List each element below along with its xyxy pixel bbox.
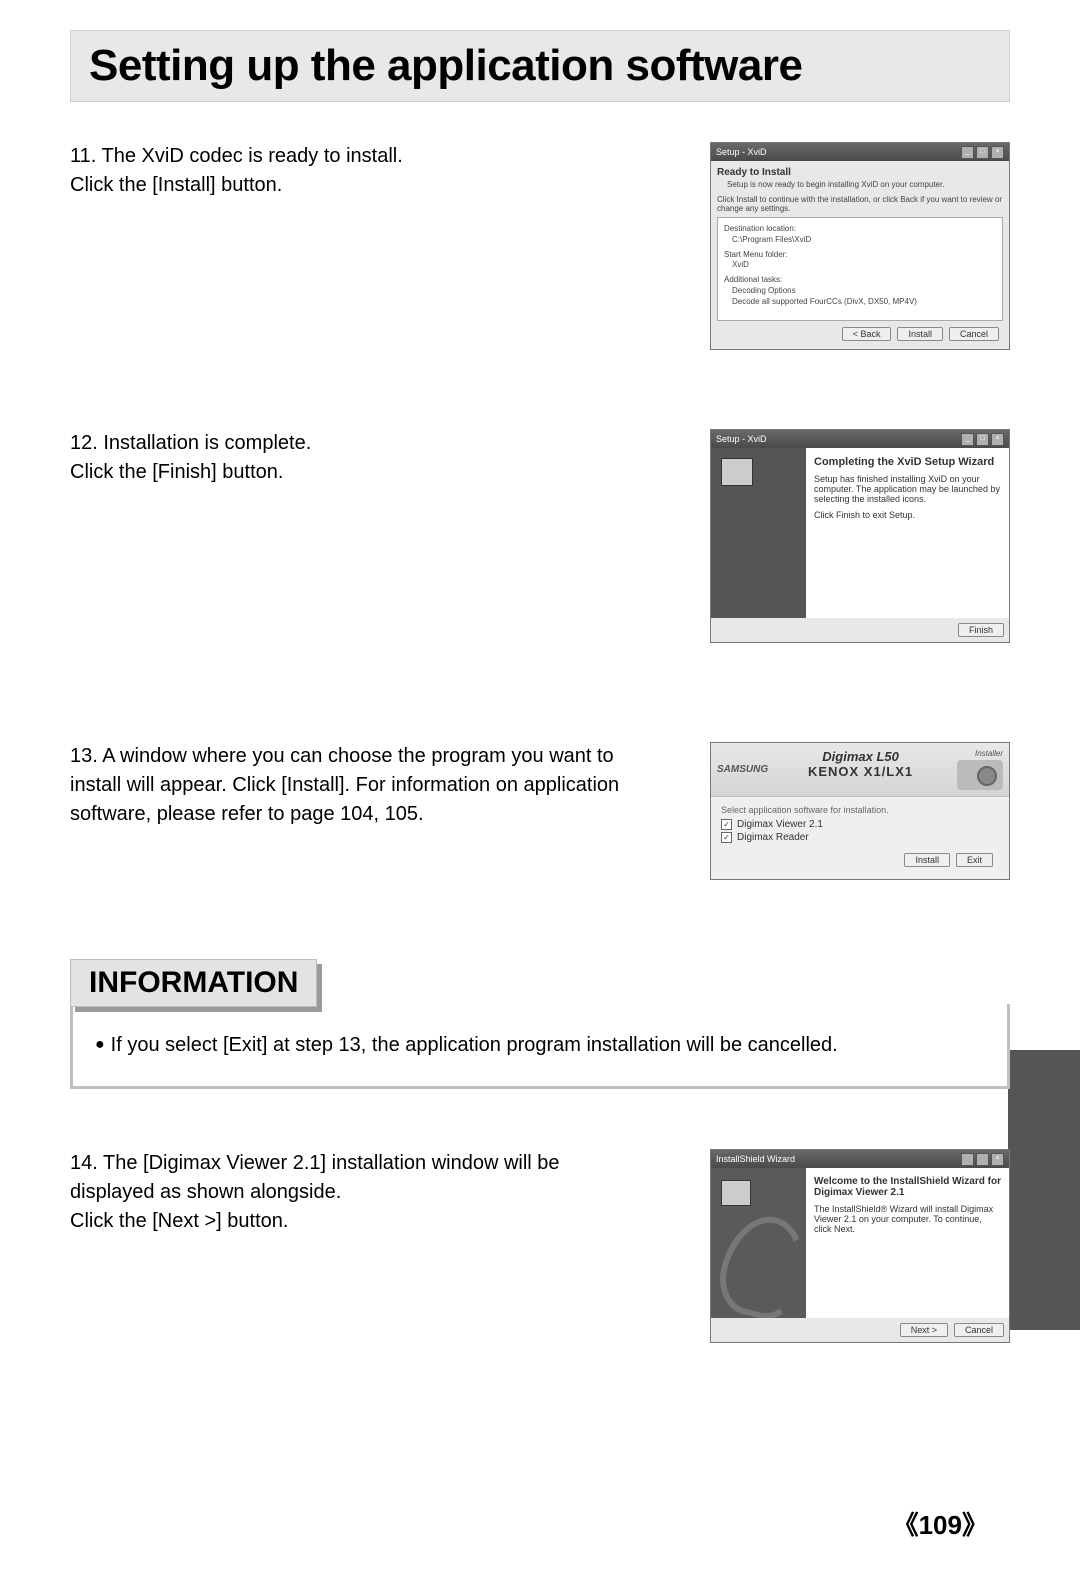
step-14-num: 14. xyxy=(70,1152,98,1174)
installer-tag: Installer xyxy=(975,749,1003,758)
shot11-heading: Ready to Install xyxy=(717,167,1003,178)
product-brand: Digimax L50 KENOX X1/LX1 xyxy=(768,749,953,779)
bullet-icon: ● xyxy=(95,1036,105,1053)
shot13-exit-button[interactable]: Exit xyxy=(956,853,993,867)
samsung-logo: SAMSUNG xyxy=(717,764,768,775)
step-14-body: The [Digimax Viewer 2.1] installation wi… xyxy=(70,1152,560,1232)
page-title-bar: Setting up the application software xyxy=(70,30,1010,102)
shot11-menu-value: XviD xyxy=(732,260,996,271)
page-number-value: 109 xyxy=(919,1510,962,1540)
screenshot-11: Setup - XviD _□× Ready to Install Setup … xyxy=(710,142,1010,350)
shot11-back-button[interactable]: < Back xyxy=(842,327,892,341)
step-11-num: 11. xyxy=(70,145,96,167)
brand-line-1: Digimax L50 xyxy=(768,749,953,764)
shot12-p1: Setup has finished installing XviD on yo… xyxy=(814,474,1001,504)
step-12-text: 12. Installation is complete. Click the … xyxy=(70,429,630,487)
window-controls: _□× xyxy=(961,433,1004,446)
shot11-dest-label: Destination location: xyxy=(724,224,996,235)
step-12-body: Installation is complete. Click the [Fin… xyxy=(70,432,311,483)
box-icon xyxy=(721,1180,751,1206)
shot13-opt1-label: Digimax Viewer 2.1 xyxy=(737,819,823,830)
shot12-p2: Click Finish to exit Setup. xyxy=(814,510,1001,520)
page-number: 《109》 xyxy=(893,1505,988,1542)
shot12-title: Setup - XviD xyxy=(716,434,767,444)
shot13-header: Select application software for installa… xyxy=(721,805,999,815)
screenshot-13: SAMSUNG Digimax L50 KENOX X1/LX1 Install… xyxy=(710,742,1010,880)
shot13-install-button[interactable]: Install xyxy=(904,853,950,867)
information-text: ● If you select [Exit] at step 13, the ap… xyxy=(95,1030,985,1060)
information-heading: INFORMATION xyxy=(70,959,317,1007)
shot14-next-button[interactable]: Next > xyxy=(900,1323,948,1337)
shot13-option-1[interactable]: ✓ Digimax Viewer 2.1 xyxy=(721,819,999,830)
side-tab xyxy=(1008,1050,1080,1330)
shot12-heading: Completing the XviD Setup Wizard xyxy=(814,456,1001,468)
bracket-left-icon: 《 xyxy=(893,1510,919,1540)
screenshot-14: InstallShield Wizard × Welcome to the In… xyxy=(710,1149,1010,1343)
shot14-p: The InstallShield® Wizard will install D… xyxy=(814,1204,1001,1234)
step-14-text: 14. The [Digimax Viewer 2.1] installatio… xyxy=(70,1149,630,1236)
shot11-cancel-button[interactable]: Cancel xyxy=(949,327,999,341)
step-13-text: 13. A window where you can choose the pr… xyxy=(70,742,630,829)
camera-icon xyxy=(957,760,1003,790)
shot12-sidebar-graphic xyxy=(711,448,806,618)
window-controls: _□× xyxy=(961,146,1004,159)
window-controls: × xyxy=(961,1153,1004,1166)
shot11-tasks-value: Decoding Options Decode all supported Fo… xyxy=(732,286,996,308)
swirl-graphic xyxy=(711,1207,806,1318)
information-body: If you select [Exit] at step 13, the app… xyxy=(111,1034,838,1056)
shot12-finish-button[interactable]: Finish xyxy=(958,623,1004,637)
checkbox-icon[interactable]: ✓ xyxy=(721,832,732,843)
step-13-body: A window where you can choose the progra… xyxy=(70,745,619,825)
shot11-dest-value: C:\Program Files\XviD xyxy=(732,235,996,246)
screenshot-12: Setup - XviD _□× Completing the XviD Set… xyxy=(710,429,1010,643)
shot11-install-button[interactable]: Install xyxy=(897,327,943,341)
shot11-menu-label: Start Menu folder: xyxy=(724,250,996,261)
step-13-num: 13. xyxy=(70,745,98,767)
shot11-title: Setup - XviD xyxy=(716,147,767,157)
brand-line-2: KENOX X1/LX1 xyxy=(768,764,953,779)
disk-icon xyxy=(721,458,753,486)
shot13-option-2[interactable]: ✓ Digimax Reader xyxy=(721,832,999,843)
shot14-cancel-button[interactable]: Cancel xyxy=(954,1323,1004,1337)
shot13-opt2-label: Digimax Reader xyxy=(737,832,809,843)
shot14-title: InstallShield Wizard xyxy=(716,1154,795,1164)
page-title: Setting up the application software xyxy=(89,41,991,91)
step-12-num: 12. xyxy=(70,432,98,454)
shot14-sidebar-graphic xyxy=(711,1168,806,1318)
shot11-subheading: Setup is now ready to begin installing X… xyxy=(727,180,1003,189)
step-11-text: 11. The XviD codec is ready to install. … xyxy=(70,142,630,200)
bracket-right-icon: 》 xyxy=(962,1510,988,1540)
step-11-body: The XviD codec is ready to install. Clic… xyxy=(70,145,403,196)
shot11-instruction: Click Install to continue with the insta… xyxy=(717,195,1003,213)
shot11-tasks-label: Additional tasks: xyxy=(724,275,996,286)
information-section: INFORMATION ● If you select [Exit] at ste… xyxy=(70,959,1010,1089)
checkbox-icon[interactable]: ✓ xyxy=(721,819,732,830)
shot14-heading: Welcome to the InstallShield Wizard for … xyxy=(814,1176,1001,1198)
